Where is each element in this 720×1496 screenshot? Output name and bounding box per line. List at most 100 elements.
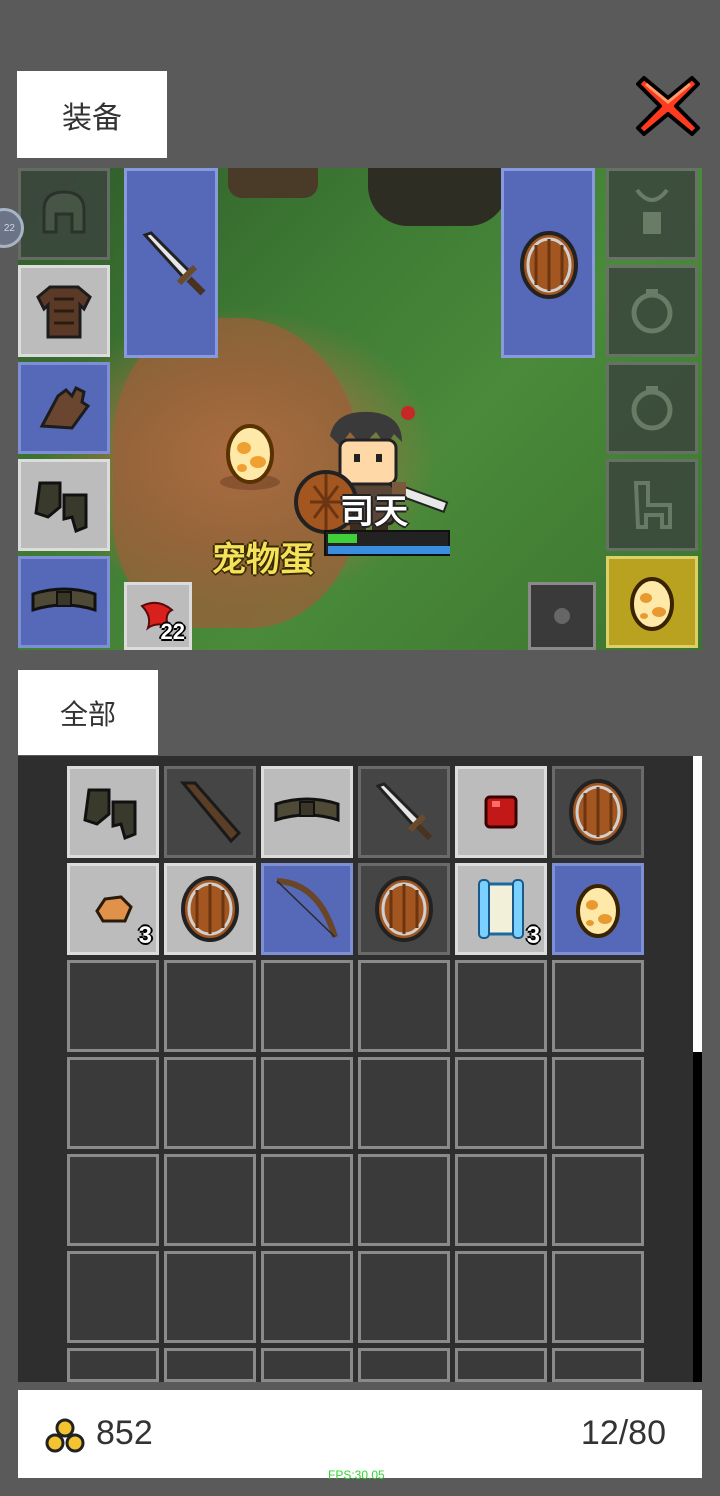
offhand-slot[interactable]	[501, 168, 595, 358]
inventory-slot-empty[interactable]	[552, 1251, 644, 1343]
shield-icon	[373, 874, 435, 944]
mp-bar	[328, 546, 450, 554]
inventory-slot-empty[interactable]	[552, 960, 644, 1052]
health-mana-bars	[324, 530, 450, 556]
equip-slot-ring2[interactable]	[606, 362, 698, 454]
inventory-slot[interactable]	[261, 863, 353, 955]
item-count: 3	[138, 922, 152, 949]
inventory-slot-empty[interactable]	[358, 960, 450, 1052]
shield-icon	[520, 231, 578, 299]
amulet-icon	[627, 184, 677, 244]
inventory-slot[interactable]	[67, 766, 159, 858]
inventory-slot-empty[interactable]	[455, 1348, 547, 1382]
skill-slot[interactable]	[528, 582, 596, 650]
red-orb	[401, 406, 415, 420]
inventory-slot[interactable]	[358, 863, 450, 955]
inventory-slot-empty[interactable]	[164, 1251, 256, 1343]
weapon-slot[interactable]	[124, 168, 218, 358]
club-icon	[175, 777, 245, 847]
pet-egg-sprite	[220, 424, 280, 490]
egg-icon	[626, 572, 678, 632]
inventory-scroll-thumb[interactable]	[693, 756, 702, 1052]
inventory-slot[interactable]	[358, 766, 450, 858]
inventory-slot[interactable]	[164, 766, 256, 858]
boots-icon	[32, 473, 96, 537]
shield-icon	[567, 777, 629, 847]
inventory-slot-empty[interactable]	[358, 1348, 450, 1382]
inventory-slot-empty[interactable]	[67, 1348, 159, 1382]
inventory-slot-empty[interactable]	[261, 1348, 353, 1382]
item-count: 3	[526, 922, 540, 949]
inventory-slot-empty[interactable]	[67, 1251, 159, 1343]
inventory-slot-empty[interactable]	[552, 1154, 644, 1246]
inventory-slot-empty[interactable]	[358, 1251, 450, 1343]
enemy-sprite	[228, 168, 318, 198]
gold-amount: 852	[96, 1414, 153, 1452]
belt-icon	[272, 790, 342, 834]
equip-slot-gloves[interactable]	[18, 362, 110, 454]
all-items-tab[interactable]: 全部	[18, 670, 158, 755]
equip-slot-helmet[interactable]	[18, 168, 110, 260]
sword-icon	[142, 231, 206, 296]
inventory-slot-empty[interactable]	[455, 960, 547, 1052]
ore-icon	[91, 891, 135, 927]
fps-counter: FPS:30.05	[328, 1468, 385, 1482]
equipment-tab[interactable]: 装备	[17, 71, 167, 158]
helmet-icon	[34, 184, 94, 244]
inventory-slot-empty[interactable]	[455, 1154, 547, 1246]
side-badge-label: 22	[3, 222, 15, 234]
inventory-slot-empty[interactable]	[261, 1154, 353, 1246]
inventory-slot-empty[interactable]	[261, 1251, 353, 1343]
orb-icon	[554, 608, 570, 624]
inventory-slot[interactable]	[552, 766, 644, 858]
inventory-slot[interactable]	[261, 766, 353, 858]
bow-icon	[269, 871, 345, 947]
inventory-slot[interactable]: 3	[455, 863, 547, 955]
equip-slot-armor[interactable]	[18, 265, 110, 357]
inventory-slot[interactable]	[552, 863, 644, 955]
inventory-slot-empty[interactable]	[358, 1057, 450, 1149]
equip-slot-boots[interactable]	[18, 459, 110, 551]
sword-icon	[372, 780, 436, 844]
inventory-slot-empty[interactable]	[455, 1057, 547, 1149]
equip-slot-mount[interactable]	[606, 459, 698, 551]
inventory-slot-empty[interactable]	[67, 1057, 159, 1149]
rock-shadow	[368, 168, 508, 226]
shield-icon	[179, 874, 241, 944]
inventory-slot[interactable]	[164, 863, 256, 955]
equip-slot-belt[interactable]	[18, 556, 110, 648]
inventory-slot[interactable]: 3	[67, 863, 159, 955]
belt-icon	[29, 580, 99, 624]
inventory-slot-empty[interactable]	[358, 1154, 450, 1246]
egg-icon	[572, 879, 624, 939]
inventory-slot-empty[interactable]	[164, 1154, 256, 1246]
inventory-slot-empty[interactable]	[67, 1154, 159, 1246]
scroll-icon	[473, 876, 529, 942]
ring-icon	[624, 380, 680, 436]
inventory-slot-empty[interactable]	[164, 960, 256, 1052]
inventory-slot-empty[interactable]	[552, 1348, 644, 1382]
equip-slot-pet[interactable]	[606, 556, 698, 648]
inventory-slot-empty[interactable]	[261, 1057, 353, 1149]
equip-slot-amulet[interactable]	[606, 168, 698, 260]
red-gem-icon	[480, 791, 522, 833]
character-scene: 司天 宠物蛋	[18, 168, 702, 650]
close-button[interactable]	[636, 74, 700, 138]
inventory-slot-empty[interactable]	[67, 960, 159, 1052]
inventory-slot-empty[interactable]	[552, 1057, 644, 1149]
inventory-slot-empty[interactable]	[164, 1348, 256, 1382]
inventory-slot-empty[interactable]	[261, 960, 353, 1052]
boots-icon	[81, 780, 145, 844]
hp-bar	[328, 534, 358, 543]
gold-coins-icon	[45, 1418, 85, 1453]
inventory-slot-empty[interactable]	[164, 1057, 256, 1149]
horse-icon	[622, 475, 682, 535]
close-icon	[636, 76, 700, 136]
pet-egg-label: 宠物蛋	[212, 541, 314, 579]
inventory-slot-empty[interactable]	[455, 1251, 547, 1343]
inventory-slot[interactable]	[455, 766, 547, 858]
quick-item-slot[interactable]: 22	[124, 582, 192, 650]
character-name: 司天	[340, 493, 408, 531]
leather-armor-icon	[32, 279, 96, 343]
equip-slot-ring1[interactable]	[606, 265, 698, 357]
